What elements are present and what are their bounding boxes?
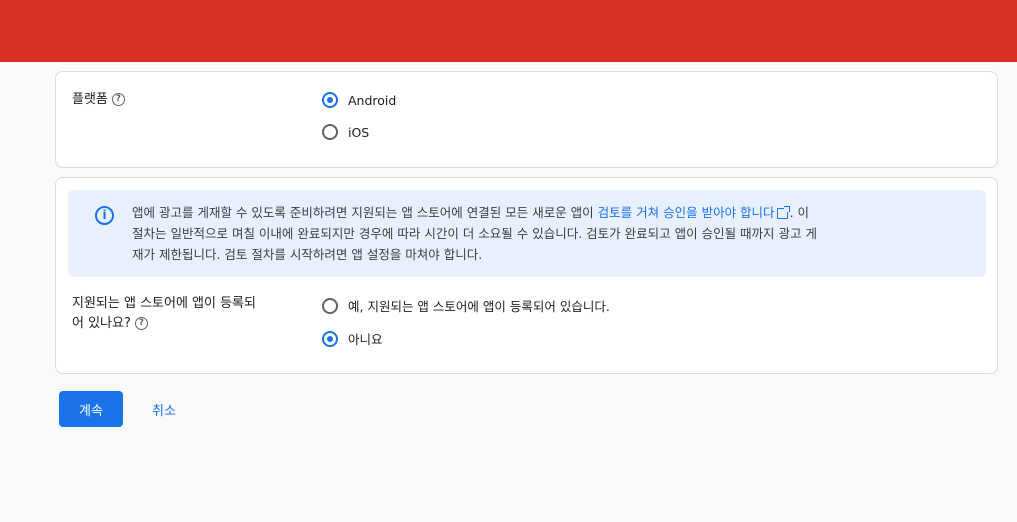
app-store-card: i 앱에 광고를 게재할 수 있도록 준비하려면 지원되는 앱 스토어에 연결된…: [55, 177, 998, 374]
store-option-yes[interactable]: 예, 지원되는 앱 스토어에 앱이 등록되어 있습니다.: [322, 296, 610, 315]
top-header-bar: [0, 0, 1017, 62]
open-in-new-icon[interactable]: [776, 206, 790, 219]
store-question-label: 지원되는 앱 스토어에 앱이 등록되 어 있나요??: [72, 294, 312, 334]
platform-card: 플랫폼? Android iOS: [55, 71, 998, 168]
radio-yes[interactable]: [322, 297, 338, 314]
platform-option-android-label: Android: [348, 92, 397, 108]
platform-label-row: 플랫폼?: [72, 90, 125, 110]
store-option-yes-label: 예, 지원되는 앱 스토어에 앱이 등록되어 있습니다.: [348, 299, 610, 314]
cancel-button[interactable]: 취소: [137, 391, 191, 427]
info-icon: i: [95, 206, 114, 225]
platform-option-ios-label: iOS: [348, 124, 370, 140]
store-question-line1: 지원되는 앱 스토어에 앱이 등록되: [72, 296, 256, 311]
radio-android[interactable]: [322, 92, 338, 108]
platform-option-android[interactable]: Android: [322, 92, 396, 108]
review-approval-link[interactable]: 검토를 거쳐 승인을 받아야 합니다: [598, 205, 775, 220]
help-circle-icon[interactable]: ?: [111, 93, 125, 106]
platform-label: 플랫폼: [72, 92, 108, 107]
info-text-line3: 재가 제한됩니다. 검토 절차를 시작하려면 앱 설정을 마쳐야 합니다.: [132, 247, 483, 262]
info-text: 앱에 광고를 게재할 수 있도록 준비하려면 지원되는 앱 스토어에 연결된 모…: [132, 202, 962, 265]
info-text-line1-end: . 이: [789, 205, 810, 220]
info-text-intro: 앱에 광고를 게재할 수 있도록 준비하려면 지원되는 앱 스토어에 연결된 모…: [132, 205, 598, 220]
store-option-no[interactable]: 아니요: [322, 329, 383, 348]
radio-no[interactable]: [322, 330, 338, 347]
help-circle-icon[interactable]: ?: [134, 317, 148, 330]
platform-option-ios[interactable]: iOS: [322, 124, 369, 140]
continue-button[interactable]: 계속: [59, 391, 123, 427]
radio-ios[interactable]: [322, 124, 338, 140]
store-question-line2: 어 있나요?: [72, 316, 131, 331]
store-option-no-label: 아니요: [348, 332, 383, 347]
info-banner: i 앱에 광고를 게재할 수 있도록 준비하려면 지원되는 앱 스토어에 연결된…: [68, 190, 986, 277]
info-text-line2: 절차는 일반적으로 며칠 이내에 완료되지만 경우에 따라 시간이 더 소요될 …: [132, 226, 817, 241]
